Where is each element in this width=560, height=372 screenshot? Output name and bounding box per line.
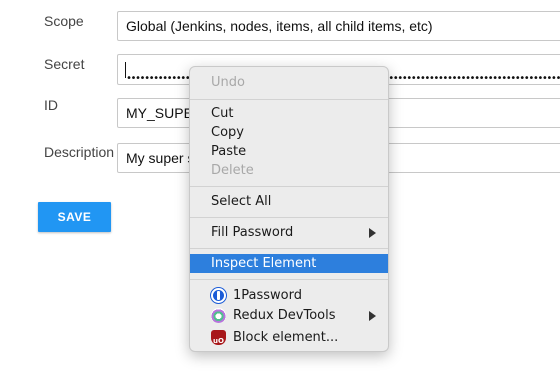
scope-label: Scope xyxy=(44,13,84,29)
scope-select[interactable]: Global (Jenkins, nodes, items, all child… xyxy=(117,11,560,41)
menu-item-redux-devtools[interactable]: Redux DevTools xyxy=(190,306,388,325)
submenu-arrow-icon xyxy=(369,311,376,321)
menu-separator xyxy=(190,248,388,249)
menu-item-undo[interactable]: Undo xyxy=(190,73,388,92)
menu-item-block-element[interactable]: Block element... xyxy=(190,328,388,351)
submenu-arrow-icon xyxy=(369,228,376,238)
menu-item-inspect-element[interactable]: Inspect Element xyxy=(190,254,388,273)
menu-item-delete[interactable]: Delete xyxy=(190,161,388,180)
description-label: Description xyxy=(44,144,115,160)
menu-separator xyxy=(190,99,388,100)
context-menu: Undo Cut Copy Paste Delete Select All Fi… xyxy=(189,66,389,352)
menu-item-cut[interactable]: Cut xyxy=(190,104,388,123)
menu-item-label: Block element... xyxy=(233,330,339,345)
menu-separator xyxy=(190,186,388,187)
menu-item-label: Fill Password xyxy=(211,225,294,240)
ublock-icon xyxy=(211,330,226,351)
id-label: ID xyxy=(44,97,58,113)
menu-separator xyxy=(190,279,388,280)
menu-item-paste[interactable]: Paste xyxy=(190,142,388,161)
menu-item-label: Redux DevTools xyxy=(233,308,336,323)
save-button[interactable]: SAVE xyxy=(38,202,111,232)
menu-item-select-all[interactable]: Select All xyxy=(190,192,388,211)
menu-item-1password[interactable]: 1Password xyxy=(190,286,388,305)
menu-separator xyxy=(190,217,388,218)
secret-label: Secret xyxy=(44,56,85,72)
1password-icon xyxy=(211,288,226,303)
redux-devtools-icon xyxy=(211,308,226,323)
menu-item-fill-password[interactable]: Fill Password xyxy=(190,223,388,242)
menu-item-label: 1Password xyxy=(233,288,302,303)
menu-item-copy[interactable]: Copy xyxy=(190,123,388,142)
